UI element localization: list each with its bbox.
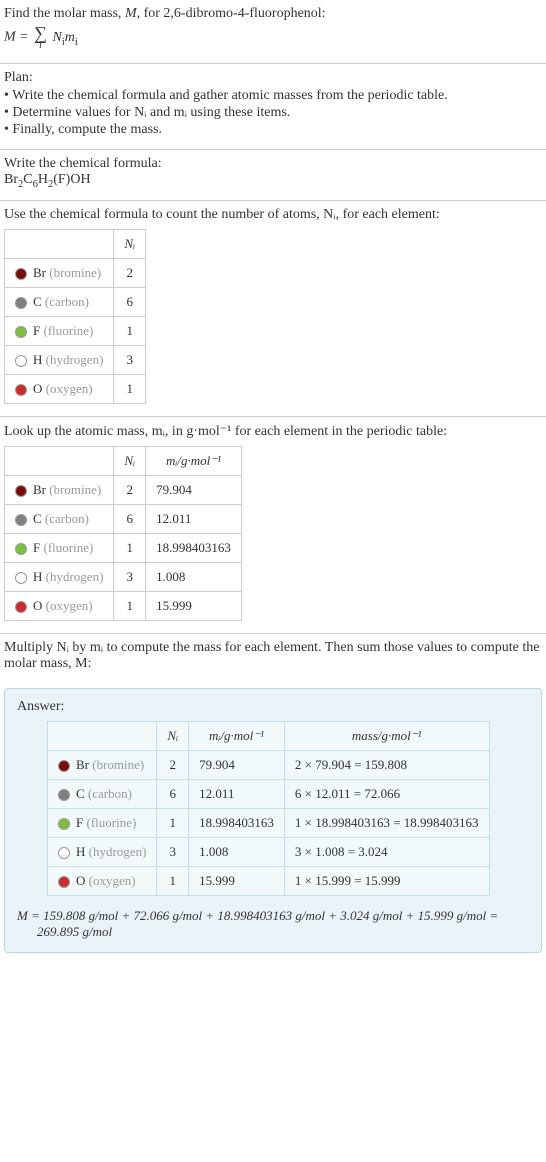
- molar-mass-formula: M = ∑i Nimi: [4, 24, 542, 51]
- ni-header: Nᵢ: [157, 721, 189, 750]
- answer-label: Answer:: [17, 699, 529, 715]
- element-swatch-icon: [15, 543, 27, 555]
- intro-section: Find the molar mass, M, for 2,6-dibromo-…: [0, 0, 546, 64]
- final-calculation: M = 159.808 g/mol + 72.066 g/mol + 18.99…: [17, 908, 529, 940]
- element-swatch-icon: [15, 384, 27, 396]
- table-row: C (carbon) 6 12.011 6 × 12.011 = 72.066: [48, 779, 490, 808]
- table-row: F (fluorine) 1: [5, 316, 146, 345]
- ni-header: Nᵢ: [114, 229, 146, 258]
- table-row: O (oxygen) 1: [5, 374, 146, 403]
- element-swatch-icon: [58, 847, 70, 859]
- chemical-formula: Br2C6H2(F)OH: [4, 172, 542, 190]
- table-row: F (fluorine) 1 18.998403163 1 × 18.99840…: [48, 808, 490, 837]
- table-row: Br (bromine) 2 79.904 2 × 79.904 = 159.8…: [48, 750, 490, 779]
- table-row: F (fluorine) 1 18.998403163: [5, 533, 242, 562]
- plan-list: • Write the chemical formula and gather …: [4, 88, 542, 138]
- element-swatch-icon: [15, 485, 27, 497]
- element-swatch-icon: [15, 601, 27, 613]
- element-swatch-icon: [58, 818, 70, 830]
- sigma-icon: ∑i: [34, 24, 47, 51]
- answer-table: Nᵢ mᵢ/g·mol⁻¹ mass/g·mol⁻¹ Br (bromine) …: [47, 721, 490, 896]
- element-swatch-icon: [15, 268, 27, 280]
- plan-item: • Write the chemical formula and gather …: [4, 88, 542, 104]
- mi-header: mᵢ/g·mol⁻¹: [189, 721, 285, 750]
- element-swatch-icon: [58, 760, 70, 772]
- table-row: C (carbon) 6 12.011: [5, 504, 242, 533]
- chemical-formula-title: Write the chemical formula:: [4, 156, 542, 172]
- table-row: H (hydrogen) 3 1.008: [5, 562, 242, 591]
- element-swatch-icon: [15, 572, 27, 584]
- multiply-section: Multiply Nᵢ by mᵢ to compute the mass fo…: [0, 634, 546, 682]
- table-header-row: Nᵢ: [5, 229, 146, 258]
- ni-header: Nᵢ: [114, 446, 146, 475]
- plan-item: • Finally, compute the mass.: [4, 122, 542, 138]
- element-swatch-icon: [58, 876, 70, 888]
- intro-text: Find the molar mass, M, for 2,6-dibromo-…: [4, 6, 542, 22]
- count-section: Use the chemical formula to count the nu…: [0, 201, 546, 417]
- table-header-row: Nᵢ mᵢ/g·mol⁻¹: [5, 446, 242, 475]
- table-row: Br (bromine) 2 79.904: [5, 475, 242, 504]
- table-row: H (hydrogen) 3 1.008 3 × 1.008 = 3.024: [48, 837, 490, 866]
- answer-box: Answer: Nᵢ mᵢ/g·mol⁻¹ mass/g·mol⁻¹ Br (b…: [4, 688, 542, 953]
- empty-header: [5, 446, 114, 475]
- empty-header: [5, 229, 114, 258]
- element-swatch-icon: [15, 514, 27, 526]
- table-row: C (carbon) 6: [5, 287, 146, 316]
- element-swatch-icon: [15, 297, 27, 309]
- table-row: H (hydrogen) 3: [5, 345, 146, 374]
- count-table: Nᵢ Br (bromine) 2 C (carbon) 6 F (fluori…: [4, 229, 146, 404]
- empty-header: [48, 721, 157, 750]
- element-swatch-icon: [15, 326, 27, 338]
- plan-section: Plan: • Write the chemical formula and g…: [0, 64, 546, 150]
- mass-table: Nᵢ mᵢ/g·mol⁻¹ Br (bromine) 2 79.904 C (c…: [4, 446, 242, 621]
- mass-header: mass/g·mol⁻¹: [284, 721, 489, 750]
- table-row: Br (bromine) 2: [5, 258, 146, 287]
- mi-header: mᵢ/g·mol⁻¹: [146, 446, 242, 475]
- table-row: O (oxygen) 1 15.999 1 × 15.999 = 15.999: [48, 866, 490, 895]
- plan-item: • Determine values for Nᵢ and mᵢ using t…: [4, 105, 542, 121]
- multiply-title: Multiply Nᵢ by mᵢ to compute the mass fo…: [4, 640, 542, 672]
- table-header-row: Nᵢ mᵢ/g·mol⁻¹ mass/g·mol⁻¹: [48, 721, 490, 750]
- count-title: Use the chemical formula to count the nu…: [4, 207, 542, 223]
- plan-title: Plan:: [4, 70, 542, 86]
- element-swatch-icon: [15, 355, 27, 367]
- element-swatch-icon: [58, 789, 70, 801]
- chemical-formula-section: Write the chemical formula: Br2C6H2(F)OH: [0, 150, 546, 201]
- mass-section: Look up the atomic mass, mᵢ, in g·mol⁻¹ …: [0, 417, 546, 634]
- mass-title: Look up the atomic mass, mᵢ, in g·mol⁻¹ …: [4, 423, 542, 440]
- table-row: O (oxygen) 1 15.999: [5, 591, 242, 620]
